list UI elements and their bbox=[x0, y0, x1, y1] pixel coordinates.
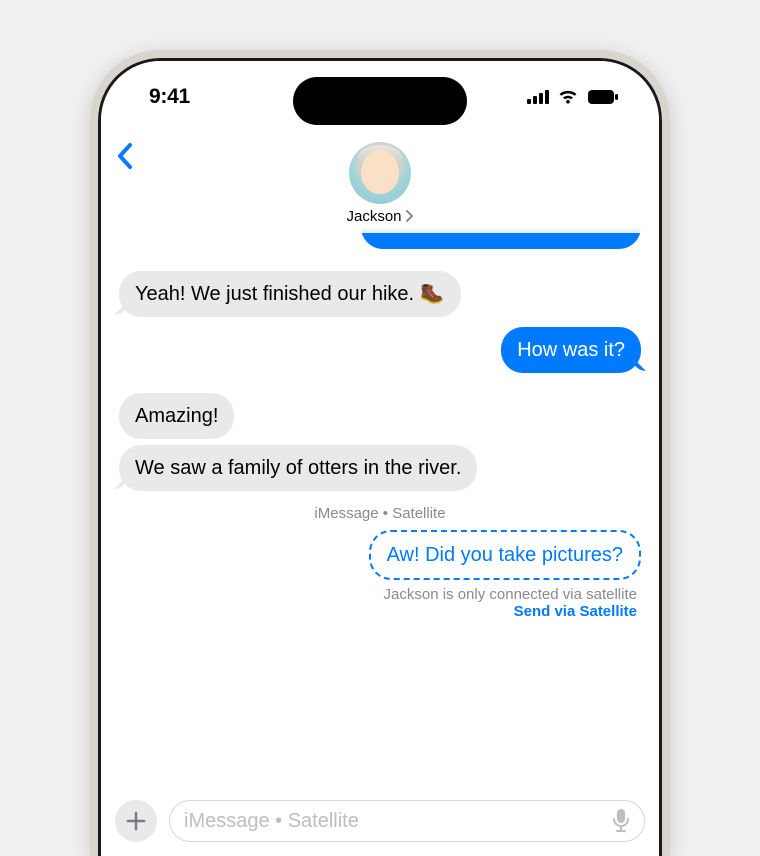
message-row: Yeah! We just finished our hike. 🥾 bbox=[119, 271, 641, 317]
message-status-caption: iMessage • Satellite bbox=[119, 505, 641, 522]
compose-bar: iMessage • Satellite bbox=[101, 794, 659, 848]
chevron-right-icon bbox=[405, 210, 414, 222]
dictation-icon[interactable] bbox=[612, 808, 630, 834]
message-bubble-received[interactable]: Yeah! We just finished our hike. 🥾 bbox=[119, 271, 461, 317]
chevron-left-icon bbox=[115, 141, 135, 171]
dynamic-island bbox=[293, 77, 467, 125]
wifi-icon bbox=[557, 89, 579, 105]
phone-screen: 9:41 Jackson bbox=[101, 61, 659, 856]
messages-scroll-area[interactable]: Yeah! We just finished our hike. 🥾 How w… bbox=[101, 229, 659, 786]
back-button[interactable] bbox=[115, 141, 135, 176]
avatar-face bbox=[361, 150, 399, 194]
volume-down-button bbox=[90, 388, 92, 458]
message-row: We saw a family of otters in the river. bbox=[119, 445, 641, 491]
message-input[interactable]: iMessage • Satellite bbox=[169, 800, 645, 842]
message-sent-partial bbox=[119, 229, 641, 265]
message-bubble-received[interactable]: Amazing! bbox=[119, 393, 234, 439]
silence-switch bbox=[90, 238, 92, 278]
message-bubble-received[interactable]: We saw a family of otters in the river. bbox=[119, 445, 477, 491]
message-row: How was it? bbox=[119, 327, 641, 373]
message-bubble-sent[interactable]: How was it? bbox=[501, 327, 641, 373]
cellular-icon bbox=[527, 90, 549, 104]
satellite-note-text: Jackson is only connected via satellite bbox=[384, 586, 637, 603]
contact-name-button[interactable]: Jackson bbox=[346, 208, 413, 225]
status-time: 9:41 bbox=[149, 85, 190, 109]
send-via-satellite-link[interactable]: Send via Satellite bbox=[514, 603, 637, 620]
message-input-placeholder: iMessage • Satellite bbox=[184, 810, 359, 833]
plus-icon bbox=[126, 811, 146, 831]
side-button bbox=[668, 318, 670, 428]
satellite-note: Jackson is only connected via satellite … bbox=[119, 586, 637, 620]
message-bubble-pending[interactable]: Aw! Did you take pictures? bbox=[369, 530, 641, 580]
contact-avatar[interactable] bbox=[349, 142, 411, 204]
phone-frame: 9:41 Jackson bbox=[90, 50, 670, 856]
add-attachment-button[interactable] bbox=[115, 800, 157, 842]
conversation-header: Jackson bbox=[101, 133, 659, 233]
volume-up-button bbox=[90, 302, 92, 372]
message-row: Amazing! bbox=[119, 393, 641, 439]
message-row: Aw! Did you take pictures? bbox=[119, 530, 641, 580]
battery-icon bbox=[587, 89, 619, 105]
contact-name-label: Jackson bbox=[346, 208, 401, 225]
status-indicators bbox=[527, 89, 619, 105]
